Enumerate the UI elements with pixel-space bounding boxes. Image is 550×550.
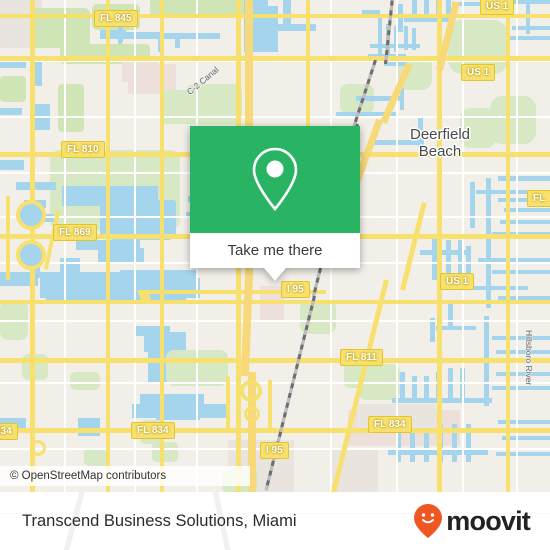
- place-label-deerfield-beach: Deerfield Beach: [390, 126, 490, 160]
- water-body: [492, 270, 550, 274]
- map-canvas[interactable]: C-2 Canal Hillsboro River Deerfield Beac…: [0, 0, 550, 492]
- road-shield-834[interactable]: 834: [0, 423, 18, 440]
- water-body: [398, 4, 403, 32]
- interchange-ramp: [6, 196, 10, 280]
- road-shield-fl[interactable]: FL: [527, 190, 550, 207]
- water-body: [16, 182, 56, 190]
- water-body: [512, 26, 550, 30]
- road-shield-fl-869[interactable]: FL 869: [53, 224, 97, 241]
- water-body: [34, 60, 42, 86]
- arterial-fl-811-cross: [0, 358, 550, 363]
- road-shield-us-1[interactable]: US 1: [461, 64, 496, 81]
- minor-road: [0, 320, 550, 322]
- water-body: [420, 250, 466, 255]
- water-body: [436, 326, 476, 330]
- arterial-road: [0, 300, 550, 304]
- landuse-park: [0, 76, 26, 102]
- water-body: [400, 372, 405, 398]
- interchange-loop: [16, 200, 46, 230]
- landuse-park: [58, 84, 84, 132]
- minor-road: [134, 0, 136, 492]
- road-shield-fl-810[interactable]: FL 810: [61, 141, 105, 158]
- roundabout: [30, 440, 46, 456]
- landuse-park: [490, 96, 536, 144]
- water-body: [470, 182, 475, 228]
- water-body: [492, 336, 550, 340]
- take-me-there-button[interactable]: Take me there: [190, 233, 360, 268]
- water-label-hillsboro-river: Hillsboro River: [524, 330, 534, 386]
- road-shield-fl-811[interactable]: FL 811: [340, 349, 383, 366]
- moovit-wordmark: moovit: [446, 506, 531, 536]
- water-body: [0, 108, 22, 115]
- road-shield-fl-834[interactable]: FL 834: [368, 416, 412, 433]
- interchange-loop: [240, 380, 262, 402]
- water-body: [496, 350, 550, 354]
- landuse-park: [160, 90, 206, 124]
- map-screenshot: C-2 Canal Hillsboro River Deerfield Beac…: [0, 0, 550, 550]
- water-body: [506, 36, 550, 40]
- arterial-road: [106, 0, 110, 492]
- road-shield-i-95[interactable]: I 95: [260, 442, 289, 459]
- water-body: [496, 452, 550, 456]
- osm-attribution[interactable]: © OpenStreetMap contributors: [0, 466, 250, 486]
- landuse-park: [70, 372, 100, 390]
- road-shield-i-95[interactable]: I 95: [281, 281, 310, 298]
- place-label-line1: Deerfield: [409, 126, 471, 143]
- water-body: [470, 286, 528, 290]
- water-body: [504, 208, 550, 212]
- place-title: Transcend Business Solutions, Miami: [22, 511, 297, 530]
- take-me-there-label: Take me there: [227, 242, 323, 259]
- map-pin-icon: [252, 147, 298, 211]
- water-body: [78, 418, 100, 436]
- minor-road: [0, 116, 550, 118]
- water-body: [448, 368, 453, 400]
- minor-road: [0, 382, 550, 384]
- moovit-logo[interactable]: moovit: [413, 503, 531, 539]
- water-body: [116, 33, 220, 39]
- interchange-ramp: [226, 376, 230, 432]
- interchange-loop: [16, 240, 46, 270]
- water-body: [496, 372, 550, 376]
- water-body: [118, 34, 122, 44]
- road-shield-us-1[interactable]: US 1: [440, 273, 475, 290]
- popup-tail: [264, 268, 286, 281]
- arterial-road: [0, 14, 550, 18]
- footer-bar: Transcend Business Solutions, Miami moov…: [0, 492, 550, 550]
- arterial-fl-834: [0, 428, 550, 433]
- minor-road: [516, 0, 518, 492]
- road-shield-fl-845[interactable]: FL 845: [94, 10, 138, 27]
- arterial-road: [160, 0, 164, 492]
- water-body: [0, 62, 26, 68]
- water-body: [404, 18, 454, 22]
- water-body: [430, 318, 435, 342]
- water-body: [175, 34, 180, 48]
- arterial-us-1: [437, 0, 442, 492]
- take-me-there-popup[interactable]: Take me there: [190, 126, 360, 281]
- water-body: [392, 398, 492, 403]
- moovit-pin-smiley-icon: [414, 504, 443, 538]
- water-body: [132, 404, 228, 418]
- arterial-road: [506, 0, 510, 492]
- water-body: [424, 376, 429, 400]
- minor-road: [64, 0, 66, 492]
- water-body: [492, 386, 550, 390]
- interchange-ramp: [268, 380, 272, 432]
- road-shield-us-1[interactable]: US 1: [480, 0, 515, 15]
- water-body: [370, 44, 420, 48]
- interchange-loop: [244, 406, 260, 422]
- arterial-fl-845: [0, 56, 550, 61]
- water-body: [412, 376, 417, 400]
- popup-pin-area: [190, 126, 360, 233]
- landuse-park: [152, 442, 178, 462]
- place-label-line2: Beach: [418, 143, 462, 160]
- water-body: [0, 160, 24, 170]
- water-body: [384, 62, 406, 66]
- road-shield-fl-834[interactable]: FL 834: [131, 422, 175, 439]
- water-body: [100, 200, 176, 236]
